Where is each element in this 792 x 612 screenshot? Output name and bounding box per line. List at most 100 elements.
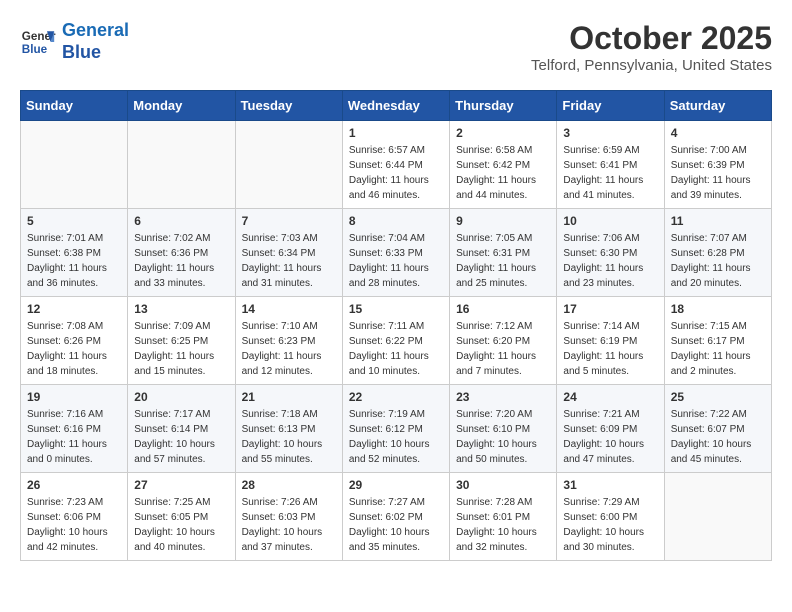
- day-number: 10: [563, 214, 657, 228]
- week-row-2: 5 Sunrise: 7:01 AM Sunset: 6:38 PM Daylig…: [21, 209, 772, 297]
- day-number: 1: [349, 126, 443, 140]
- month-title: October 2025: [531, 20, 772, 57]
- weekday-header-monday: Monday: [128, 91, 235, 121]
- day-number: 25: [671, 390, 765, 404]
- day-number: 30: [456, 478, 550, 492]
- calendar-cell: 19 Sunrise: 7:16 AM Sunset: 6:16 PM Dayli…: [21, 385, 128, 473]
- day-number: 9: [456, 214, 550, 228]
- day-number: 24: [563, 390, 657, 404]
- calendar-cell: 14Sunrise: 7:10 AM Sunset: 6:23 PM Dayli…: [235, 297, 342, 385]
- logo-icon: General Blue: [20, 24, 56, 60]
- calendar-cell: 25 Sunrise: 7:22 AM Sunset: 6:07 PM Dayli…: [664, 385, 771, 473]
- day-info: Sunrise: 7:09 AM Sunset: 6:25 PM Dayligh…: [134, 319, 228, 379]
- day-info: Sunrise: 7:26 AM Sunset: 6:03 PM Dayligh…: [242, 495, 336, 555]
- day-number: 19: [27, 390, 121, 404]
- calendar-cell: 10 Sunrise: 7:06 AM Sunset: 6:30 PM Dayli…: [557, 209, 664, 297]
- calendar-cell: 22Sunrise: 7:19 AM Sunset: 6:12 PM Dayli…: [342, 385, 449, 473]
- calendar-cell: [664, 473, 771, 561]
- calendar-cell: 7 Sunrise: 7:03 AM Sunset: 6:34 PM Daylig…: [235, 209, 342, 297]
- day-info: Sunrise: 7:21 AM Sunset: 6:09 PM Dayligh…: [563, 407, 657, 467]
- day-info: Sunrise: 7:14 AM Sunset: 6:19 PM Dayligh…: [563, 319, 657, 379]
- calendar-cell: 3Sunrise: 6:59 AM Sunset: 6:41 PM Daylig…: [557, 121, 664, 209]
- calendar-cell: 9 Sunrise: 7:05 AM Sunset: 6:31 PM Daylig…: [450, 209, 557, 297]
- day-number: 15: [349, 302, 443, 316]
- day-number: 2: [456, 126, 550, 140]
- day-info: Sunrise: 7:22 AM Sunset: 6:07 PM Dayligh…: [671, 407, 765, 467]
- calendar-cell: 2 Sunrise: 6:58 AM Sunset: 6:42 PM Daylig…: [450, 121, 557, 209]
- calendar-cell: 28 Sunrise: 7:26 AM Sunset: 6:03 PM Dayli…: [235, 473, 342, 561]
- day-number: 18: [671, 302, 765, 316]
- day-number: 14: [242, 302, 336, 316]
- day-info: Sunrise: 7:19 AM Sunset: 6:12 PM Dayligh…: [349, 407, 443, 467]
- day-number: 8: [349, 214, 443, 228]
- calendar-cell: [128, 121, 235, 209]
- calendar-cell: 13 Sunrise: 7:09 AM Sunset: 6:25 PM Dayli…: [128, 297, 235, 385]
- calendar-cell: 26 Sunrise: 7:23 AM Sunset: 6:06 PM Dayli…: [21, 473, 128, 561]
- title-block: October 2025 Telford, Pennsylvania, Unit…: [531, 20, 772, 74]
- day-info: Sunrise: 7:02 AM Sunset: 6:36 PM Dayligh…: [134, 231, 228, 291]
- day-info: Sunrise: 6:58 AM Sunset: 6:42 PM Dayligh…: [456, 143, 550, 203]
- page-header: General Blue General Blue October 2025 T…: [20, 20, 772, 74]
- day-info: Sunrise: 7:03 AM Sunset: 6:34 PM Dayligh…: [242, 231, 336, 291]
- location-text: Telford, Pennsylvania, United States: [531, 57, 772, 74]
- calendar-cell: 27 Sunrise: 7:25 AM Sunset: 6:05 PM Dayli…: [128, 473, 235, 561]
- day-number: 6: [134, 214, 228, 228]
- calendar-cell: 21 Sunrise: 7:18 AM Sunset: 6:13 PM Dayli…: [235, 385, 342, 473]
- svg-text:Blue: Blue: [22, 42, 48, 55]
- day-info: Sunrise: 7:16 AM Sunset: 6:16 PM Dayligh…: [27, 407, 121, 467]
- day-info: Sunrise: 7:04 AM Sunset: 6:33 PM Dayligh…: [349, 231, 443, 291]
- day-info: Sunrise: 7:01 AM Sunset: 6:38 PM Dayligh…: [27, 231, 121, 291]
- day-number: 21: [242, 390, 336, 404]
- day-number: 27: [134, 478, 228, 492]
- calendar-cell: 18 Sunrise: 7:15 AM Sunset: 6:17 PM Dayli…: [664, 297, 771, 385]
- calendar-cell: 23 Sunrise: 7:20 AM Sunset: 6:10 PM Dayli…: [450, 385, 557, 473]
- day-number: 26: [27, 478, 121, 492]
- day-info: Sunrise: 7:05 AM Sunset: 6:31 PM Dayligh…: [456, 231, 550, 291]
- calendar-cell: 17 Sunrise: 7:14 AM Sunset: 6:19 PM Dayli…: [557, 297, 664, 385]
- calendar-cell: 8 Sunrise: 7:04 AM Sunset: 6:33 PM Daylig…: [342, 209, 449, 297]
- calendar-cell: [235, 121, 342, 209]
- day-info: Sunrise: 7:23 AM Sunset: 6:06 PM Dayligh…: [27, 495, 121, 555]
- weekday-header-saturday: Saturday: [664, 91, 771, 121]
- day-info: Sunrise: 7:06 AM Sunset: 6:30 PM Dayligh…: [563, 231, 657, 291]
- day-info: Sunrise: 7:08 AM Sunset: 6:26 PM Dayligh…: [27, 319, 121, 379]
- day-number: 29: [349, 478, 443, 492]
- day-info: Sunrise: 7:12 AM Sunset: 6:20 PM Dayligh…: [456, 319, 550, 379]
- calendar-cell: 30 Sunrise: 7:28 AM Sunset: 6:01 PM Dayli…: [450, 473, 557, 561]
- calendar-cell: 1 Sunrise: 6:57 AM Sunset: 6:44 PM Daylig…: [342, 121, 449, 209]
- day-info: Sunrise: 7:17 AM Sunset: 6:14 PM Dayligh…: [134, 407, 228, 467]
- day-info: Sunrise: 6:59 AM Sunset: 6:41 PM Dayligh…: [563, 143, 657, 203]
- logo-text-blue: Blue: [62, 42, 129, 64]
- day-info: Sunrise: 7:25 AM Sunset: 6:05 PM Dayligh…: [134, 495, 228, 555]
- day-info: Sunrise: 7:15 AM Sunset: 6:17 PM Dayligh…: [671, 319, 765, 379]
- day-number: 16: [456, 302, 550, 316]
- calendar-cell: 20Sunrise: 7:17 AM Sunset: 6:14 PM Dayli…: [128, 385, 235, 473]
- day-info: Sunrise: 7:27 AM Sunset: 6:02 PM Dayligh…: [349, 495, 443, 555]
- day-number: 7: [242, 214, 336, 228]
- day-number: 11: [671, 214, 765, 228]
- weekday-header-row: SundayMondayTuesdayWednesdayThursdayFrid…: [21, 91, 772, 121]
- day-info: Sunrise: 7:00 AM Sunset: 6:39 PM Dayligh…: [671, 143, 765, 203]
- calendar-table: SundayMondayTuesdayWednesdayThursdayFrid…: [20, 90, 772, 561]
- day-number: 4: [671, 126, 765, 140]
- calendar-cell: 12Sunrise: 7:08 AM Sunset: 6:26 PM Dayli…: [21, 297, 128, 385]
- day-number: 17: [563, 302, 657, 316]
- calendar-cell: [21, 121, 128, 209]
- day-number: 5: [27, 214, 121, 228]
- day-info: Sunrise: 7:18 AM Sunset: 6:13 PM Dayligh…: [242, 407, 336, 467]
- calendar-cell: 11Sunrise: 7:07 AM Sunset: 6:28 PM Dayli…: [664, 209, 771, 297]
- logo-text-general: General: [62, 20, 129, 42]
- calendar-cell: 16 Sunrise: 7:12 AM Sunset: 6:20 PM Dayli…: [450, 297, 557, 385]
- calendar-cell: 24 Sunrise: 7:21 AM Sunset: 6:09 PM Dayli…: [557, 385, 664, 473]
- day-number: 28: [242, 478, 336, 492]
- day-info: Sunrise: 7:28 AM Sunset: 6:01 PM Dayligh…: [456, 495, 550, 555]
- day-info: Sunrise: 7:20 AM Sunset: 6:10 PM Dayligh…: [456, 407, 550, 467]
- day-number: 23: [456, 390, 550, 404]
- weekday-header-wednesday: Wednesday: [342, 91, 449, 121]
- calendar-cell: 15 Sunrise: 7:11 AM Sunset: 6:22 PM Dayli…: [342, 297, 449, 385]
- day-number: 13: [134, 302, 228, 316]
- calendar-cell: 31Sunrise: 7:29 AM Sunset: 6:00 PM Dayli…: [557, 473, 664, 561]
- day-info: Sunrise: 6:57 AM Sunset: 6:44 PM Dayligh…: [349, 143, 443, 203]
- day-info: Sunrise: 7:11 AM Sunset: 6:22 PM Dayligh…: [349, 319, 443, 379]
- weekday-header-sunday: Sunday: [21, 91, 128, 121]
